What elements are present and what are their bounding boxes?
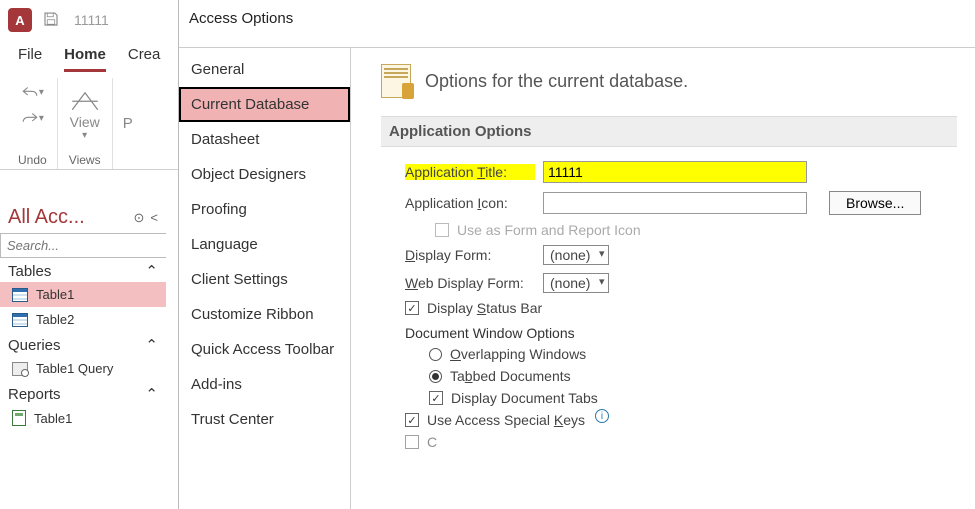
nav-collapse-icon[interactable]: < [150,210,158,226]
display-status-bar-row[interactable]: Display Status Bar [381,297,957,319]
category-proofing[interactable]: Proofing [179,192,350,227]
compact-cutoff-row[interactable]: C [381,431,957,453]
doc-window-options-label: Document Window Options [381,319,957,343]
category-client-settings[interactable]: Client Settings [179,262,350,297]
nav-search[interactable] [0,233,166,258]
save-icon[interactable] [42,10,60,31]
navigation-pane: All Acc... ⊙ < Tables⌃ Table1 Table2 Que… [0,202,166,431]
category-addins[interactable]: Add-ins [179,367,350,402]
category-general[interactable]: General [179,52,350,87]
table-icon [12,288,28,302]
info-icon[interactable]: i [595,409,609,423]
options-category-list: General Current Database Datasheet Objec… [179,47,351,509]
tab-create[interactable]: Crea [128,42,161,72]
app-icon-label: Application Icon: [405,195,535,211]
nav-item-table1[interactable]: Table1 [0,282,166,307]
report-icon [12,410,26,426]
category-trust-center[interactable]: Trust Center [179,402,350,437]
section-application-options: Application Options [381,116,957,147]
document-title: 11111 [70,12,109,28]
collapse-icon[interactable]: ⌃ [145,385,158,403]
category-current-database[interactable]: Current Database [179,87,350,122]
ribbon-group-views: View ▾ Views [58,78,113,169]
app-icon-input[interactable] [543,192,807,214]
chevron-down-icon[interactable]: ▾ [39,87,44,98]
access-options-dialog: Access Options General Current Database … [178,0,975,509]
nav-title[interactable]: All Acc... [8,206,85,229]
options-header: Options for the current database. [425,71,688,92]
options-content: Options for the current database. Applic… [351,47,975,509]
access-app-icon: A [8,8,32,32]
display-status-bar-checkbox[interactable] [405,301,419,315]
web-display-form-select[interactable]: (none) [543,273,609,293]
app-title-input[interactable] [543,161,807,183]
display-doc-tabs-row[interactable]: Display Document Tabs [381,387,957,409]
undo-button[interactable]: ▾ [18,80,46,104]
tab-home[interactable]: Home [64,42,106,72]
app-title-label: Application Title: [405,164,535,180]
clipboard-partial: P [113,115,133,132]
tab-file[interactable]: File [18,42,42,72]
nav-section-queries[interactable]: Queries⌃ [0,332,166,356]
browse-button[interactable]: Browse... [829,191,921,215]
special-keys-row[interactable]: Use Access Special Keys i [381,409,957,431]
display-form-label: Display Form: [405,247,535,263]
category-datasheet[interactable]: Datasheet [179,122,350,157]
nav-dropdown-icon[interactable]: ⊙ [134,210,145,226]
search-input[interactable] [1,234,191,257]
tabbed-documents-radio[interactable] [429,370,442,383]
use-as-form-icon-row: Use as Form and Report Icon [381,219,957,241]
nav-section-tables[interactable]: Tables⌃ [0,258,166,282]
overlapping-windows-radio[interactable] [429,348,442,361]
category-object-designers[interactable]: Object Designers [179,157,350,192]
table-icon [12,313,28,327]
overlapping-windows-row[interactable]: Overlapping Windows [381,343,957,365]
collapse-icon[interactable]: ⌃ [145,262,158,280]
use-as-form-icon-checkbox [435,223,449,237]
compact-checkbox[interactable] [405,435,419,449]
nav-item-table2[interactable]: Table2 [0,307,166,332]
ribbon-group-label: Views [69,151,101,169]
query-icon [12,362,28,376]
dialog-title: Access Options [179,0,975,47]
view-button[interactable]: View ▾ [68,80,102,141]
category-language[interactable]: Language [179,227,350,262]
category-customize-ribbon[interactable]: Customize Ribbon [179,297,350,332]
ribbon-group-undo: ▾ ▾ Undo [8,78,58,169]
database-icon [381,64,411,98]
redo-button[interactable]: ▾ [18,106,46,130]
tabbed-documents-row[interactable]: Tabbed Documents [381,365,957,387]
display-form-select[interactable]: (none) [543,245,609,265]
ribbon-group-label: Undo [18,151,47,169]
chevron-down-icon[interactable]: ▾ [39,113,44,124]
display-doc-tabs-checkbox[interactable] [429,391,443,405]
nav-section-reports[interactable]: Reports⌃ [0,381,166,405]
category-qat[interactable]: Quick Access Toolbar [179,332,350,367]
chevron-down-icon: ▾ [82,130,87,141]
nav-item-report1[interactable]: Table1 [0,405,166,431]
special-keys-checkbox[interactable] [405,413,419,427]
collapse-icon[interactable]: ⌃ [145,336,158,354]
nav-item-query1[interactable]: Table1 Query [0,356,166,381]
web-display-form-label: Web Display Form: [405,275,535,291]
